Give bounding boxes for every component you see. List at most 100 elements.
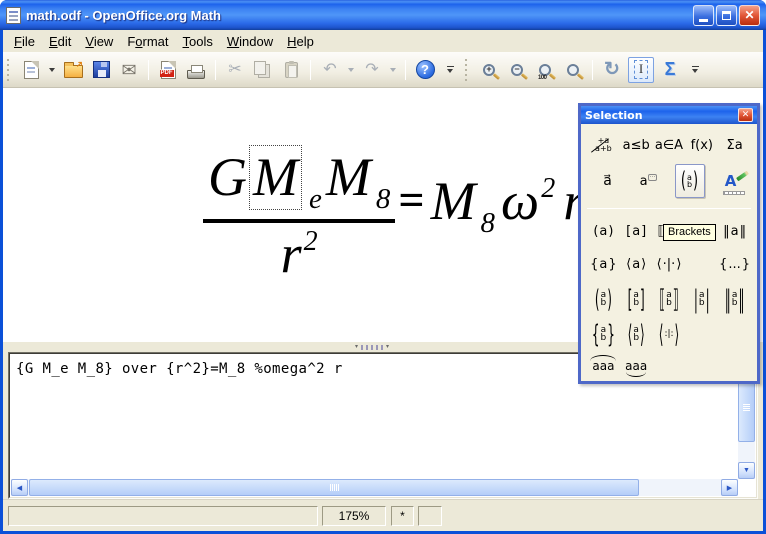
category-brackets[interactable]: ( ab )	[669, 164, 710, 198]
scroll-right-button[interactable]: ▶	[721, 479, 738, 496]
zoom-icon	[567, 64, 579, 76]
category-unary-binary-operators[interactable]: +aa+b	[587, 137, 620, 153]
print-button[interactable]	[184, 58, 208, 82]
bracket-option[interactable]: {a b}	[587, 326, 620, 342]
copy-button[interactable]	[251, 58, 275, 82]
formula-term-m2: M	[326, 150, 371, 204]
maximize-button[interactable]	[716, 5, 737, 26]
category-operators[interactable]: Σa	[718, 138, 751, 153]
bracket-option[interactable]: (a)	[587, 224, 620, 239]
misc-bubble-icon: ···	[648, 174, 658, 181]
horizontal-scroll-thumb[interactable]	[29, 479, 639, 496]
menu-item[interactable]: Tools	[176, 32, 220, 51]
formula-exponent-2: 2	[304, 228, 318, 256]
attributes-icon: a⃗	[603, 173, 612, 189]
horizontal-scrollbar[interactable]: ◀ ▶	[11, 479, 738, 496]
cut-button[interactable]: ✂	[223, 58, 247, 82]
toolbar-grip[interactable]	[464, 59, 469, 81]
operators-icon: Σa	[726, 138, 742, 153]
undo-button[interactable]: ↶	[318, 58, 342, 82]
title-bar[interactable]: math.odf - OpenOffice.org Math ✕	[0, 0, 766, 30]
update-button[interactable]: ↻	[600, 58, 624, 82]
category-attributes[interactable]: a⃗	[587, 173, 628, 189]
category-misc[interactable]: a···	[628, 174, 669, 189]
tools-toolbar: + − 100 ↻ I Σ	[461, 57, 700, 83]
status-zoom-field[interactable]: 175%	[322, 506, 386, 526]
math-document-icon	[6, 7, 21, 24]
close-button[interactable]: ✕	[739, 5, 760, 26]
toolbar-separator	[215, 60, 216, 80]
bracket-option[interactable]: |a b|	[685, 291, 718, 307]
palette-category-row-2: a⃗ a··· ( ab ) A	[584, 160, 754, 202]
bracket-option[interactable]: ‖a‖	[718, 224, 751, 239]
formula-rhs-exponent-2: 2	[541, 175, 555, 203]
zoom-out-button[interactable]: −	[505, 58, 529, 82]
bracket-option[interactable]: {...}	[718, 257, 751, 272]
zoom-100-button[interactable]: 100	[533, 58, 557, 82]
redo-button[interactable]: ↷	[360, 58, 384, 82]
new-document-button[interactable]	[19, 58, 43, 82]
category-formats[interactable]: A	[710, 172, 751, 190]
palette-title-bar[interactable]: Selection ✕	[581, 106, 757, 124]
toolbar-overflow-button[interactable]	[445, 66, 455, 73]
category-functions[interactable]: f(x)	[685, 138, 718, 153]
bracket-option[interactable]: aaa	[620, 359, 653, 373]
formula-subscript-8: 8	[376, 185, 391, 214]
status-message-field	[8, 506, 318, 526]
zoom-in-button[interactable]: +	[477, 58, 501, 82]
formula-term-g: G	[208, 150, 247, 204]
scroll-left-button[interactable]: ◀	[11, 479, 28, 496]
formula-cursor-button[interactable]: I	[628, 57, 654, 83]
menu-item[interactable]: File	[7, 32, 42, 51]
selection-palette: Selection ✕ +aa+b a≤b a∈A f(x) Σa a⃗ a··…	[578, 103, 760, 384]
bracket-option[interactable]: ⟨a⟩	[620, 257, 653, 272]
scroll-down-button[interactable]: ▼	[738, 462, 755, 479]
toolbar-row: ✉ PDF ✂ ↶ ↷ ? + − 100	[3, 52, 763, 88]
new-dropdown-arrow-icon[interactable]	[49, 68, 55, 72]
export-pdf-button[interactable]: PDF	[156, 58, 180, 82]
bracket-option[interactable]: ⟨·|·⟩	[653, 257, 686, 272]
brackets-category-button-active[interactable]: ( ab )	[675, 164, 705, 198]
formula-display: G M e M 8 r 2 = M 8 ω	[203, 145, 584, 281]
bracket-option[interactable]: ⟦a b⟧	[653, 291, 686, 307]
refresh-icon: ↻	[604, 60, 620, 79]
bracket-option[interactable]: [a b]	[620, 291, 653, 307]
save-button[interactable]	[89, 58, 113, 82]
overflow-arrow-icon	[692, 69, 698, 73]
ruler-icon	[723, 191, 745, 195]
command-text[interactable]: {G M_e M_8} over {r^2}=M_8 %omega^2 r	[16, 361, 343, 377]
category-relations[interactable]: a≤b	[620, 138, 653, 153]
minimize-button[interactable]	[693, 5, 714, 26]
splitter-grip-icon[interactable]: ▾▾	[355, 344, 389, 350]
equals-sign: =	[398, 177, 424, 223]
redo-icon: ↷	[365, 62, 378, 78]
bracket-option[interactable]: ⟨a b⟩	[620, 326, 653, 342]
bracket-option[interactable]: {a}	[587, 257, 620, 272]
toolbar-separator	[592, 60, 593, 80]
bracket-option[interactable]: [a]	[620, 224, 653, 239]
undo-dropdown-arrow-icon[interactable]	[348, 68, 354, 72]
menu-item[interactable]: Window	[220, 32, 280, 51]
bracket-option[interactable]: ‖a b‖	[718, 291, 751, 307]
menu-item[interactable]: Help	[280, 32, 321, 51]
bracket-option[interactable]: aaa	[587, 359, 620, 373]
palette-close-button[interactable]: ✕	[738, 108, 753, 122]
sigma-icon: Σ	[665, 59, 676, 80]
zoom-100-icon: 100	[539, 64, 551, 76]
zoom-button[interactable]	[561, 58, 585, 82]
symbols-catalog-button[interactable]: Σ	[658, 58, 682, 82]
toolbar-grip[interactable]	[6, 59, 11, 81]
menu-item[interactable]: View	[78, 32, 120, 51]
toolbar-separator	[405, 60, 406, 80]
redo-dropdown-arrow-icon[interactable]	[390, 68, 396, 72]
email-button[interactable]: ✉	[117, 58, 141, 82]
help-button[interactable]: ?	[413, 58, 437, 82]
menu-item[interactable]: Format	[120, 32, 175, 51]
category-set-operations[interactable]: a∈A	[653, 138, 686, 153]
bracket-option[interactable]: (a b)	[587, 291, 620, 307]
menu-item[interactable]: Edit	[42, 32, 78, 51]
bracket-option[interactable]: ⟨:|:⟩	[653, 328, 686, 340]
open-button[interactable]	[61, 58, 85, 82]
paste-button[interactable]	[279, 58, 303, 82]
toolbar-overflow-button[interactable]	[690, 66, 700, 73]
